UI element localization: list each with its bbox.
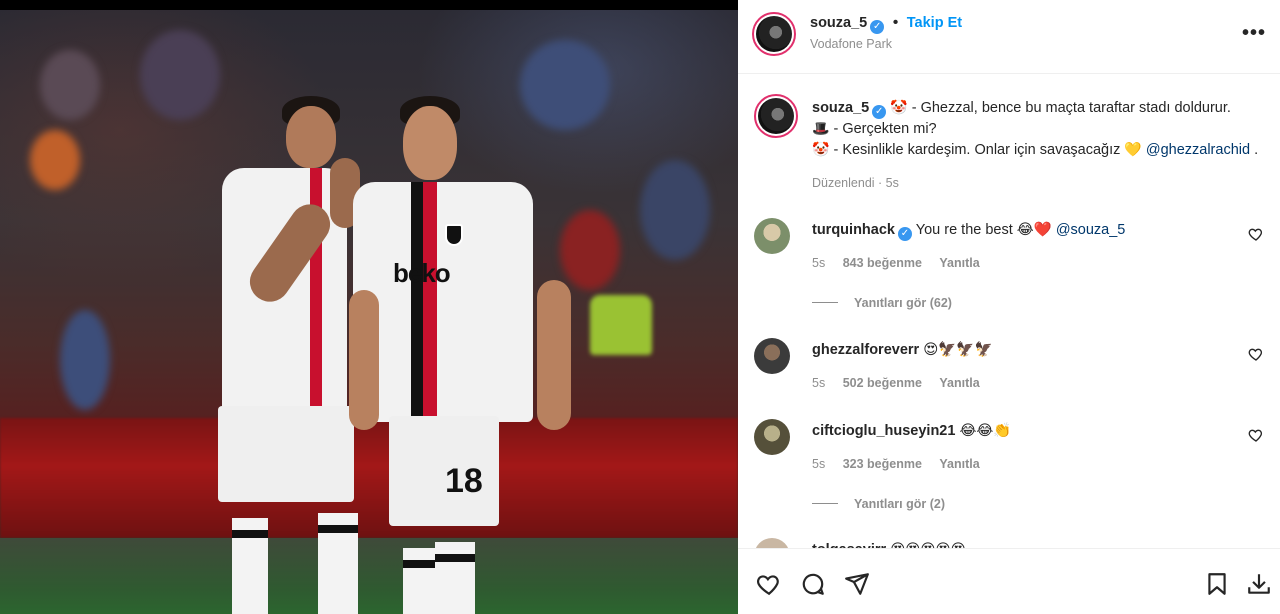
- shorts: [218, 406, 354, 502]
- comment-text: turquinhack ✓ You re the best 😂❤️ @souza_…: [812, 220, 1232, 241]
- view-replies-button[interactable]: Yanıtları gör (2): [812, 497, 945, 511]
- comment-text: ghezzalforeverr 😍🦅🦅🦅: [812, 340, 1232, 360]
- view-replies-label: Yanıtları gör (2): [854, 497, 945, 511]
- comment-meta: 5s 843 beğenme Yanıtla: [812, 256, 994, 270]
- comment-body: You re the best: [911, 222, 1017, 238]
- crowd-blur: [30, 130, 80, 190]
- comment-likes[interactable]: 843 beğenme: [843, 256, 922, 270]
- comment-avatar[interactable]: [754, 218, 790, 254]
- comment-emojis: 😂😂👏: [959, 423, 1012, 439]
- crowd-blur: [60, 310, 110, 410]
- caption-avatar[interactable]: [754, 94, 798, 138]
- arm: [349, 290, 379, 430]
- sock: [232, 518, 268, 614]
- comment-text: ciftcioglu_huseyin21 😂😂👏: [812, 421, 1232, 441]
- clown-face-icon: 🤡: [812, 141, 830, 157]
- edited-label: Düzenlendi: [812, 176, 875, 190]
- sock: [435, 542, 475, 614]
- author-avatar[interactable]: [752, 12, 796, 56]
- comment-time[interactable]: 5s: [812, 256, 825, 270]
- view-replies-button[interactable]: Yanıtları gör (62): [812, 296, 952, 310]
- crowd-blur: [140, 30, 220, 120]
- caption-meta: Düzenlendi · 5s: [812, 176, 899, 190]
- crowd-blur: [640, 160, 710, 260]
- comment-time[interactable]: 5s: [812, 376, 825, 390]
- verified-icon: ✓: [870, 20, 885, 34]
- arm: [537, 280, 571, 430]
- comment-likes[interactable]: 502 beğenme: [843, 376, 922, 390]
- more-horizontal-icon[interactable]: •••: [1242, 22, 1266, 45]
- follow-button[interactable]: Takip Et: [907, 15, 962, 31]
- comment-emojis: 😍🦅🦅🦅: [923, 342, 993, 358]
- instagram-post-viewer: beko 18 souza_5 ✓ • Takip Et Vodafone Par…: [0, 0, 1280, 614]
- heart-icon[interactable]: [1248, 427, 1264, 443]
- steward-vest: [590, 295, 652, 355]
- comment-emojis: 😂❤️: [1016, 222, 1052, 238]
- author-username[interactable]: souza_5: [810, 15, 867, 31]
- reply-button[interactable]: Yanıtla: [939, 376, 979, 390]
- heart-icon[interactable]: [1248, 226, 1264, 242]
- comment-likes[interactable]: 323 beğenme: [843, 457, 922, 471]
- view-replies-label: Yanıtları gör (62): [854, 296, 952, 310]
- club-crest: [445, 224, 463, 246]
- post-side-panel: souza_5 ✓ • Takip Et Vodafone Park ••• so…: [738, 0, 1280, 614]
- comment-username[interactable]: ciftcioglu_huseyin21: [812, 423, 955, 439]
- top-black-bar: [0, 0, 738, 10]
- caption-line-3: - Kesinlikle kardeşim. Onlar için savaşa…: [829, 142, 1125, 158]
- post-header: souza_5 ✓ • Takip Et Vodafone Park •••: [738, 0, 1280, 74]
- heart-icon[interactable]: [756, 571, 782, 597]
- post-photo[interactable]: beko 18: [0, 10, 738, 614]
- replies-line: [812, 302, 838, 303]
- separator-dot: •: [892, 14, 899, 31]
- shorts-number: 18: [445, 462, 483, 500]
- head: [286, 106, 336, 168]
- post-actions-bar: [738, 548, 1280, 614]
- shirt-stripe-red: [423, 182, 437, 422]
- crowd-blur: [40, 50, 100, 120]
- replies-line: [812, 503, 838, 504]
- player-right: beko 18: [345, 90, 595, 614]
- send-icon[interactable]: [844, 571, 870, 597]
- author-line: souza_5 ✓ • Takip Et: [810, 14, 962, 34]
- shirt: [353, 182, 533, 422]
- comment-meta: 5s 502 beğenme Yanıtla: [812, 376, 994, 390]
- caption-line-2: - Gerçekten mi?: [829, 121, 937, 137]
- clown-face-icon: 🤡: [890, 99, 908, 115]
- yellow-heart-icon: 💛: [1124, 141, 1142, 157]
- comment-avatar[interactable]: [754, 338, 790, 374]
- verified-icon: ✓: [897, 227, 912, 241]
- avatar-image: [756, 16, 792, 52]
- shirt-stripe-black: [411, 182, 423, 422]
- comment-item: ghezzalforeverr 😍🦅🦅🦅 5s 502 beğenme Yanı…: [754, 338, 1264, 398]
- avatar-image: [758, 98, 794, 134]
- caption-username[interactable]: souza_5: [812, 100, 869, 116]
- caption-mention[interactable]: @ghezzalrachid: [1146, 142, 1250, 158]
- head: [403, 106, 457, 180]
- bookmark-icon[interactable]: [1204, 571, 1230, 597]
- caption-line-1: - Ghezzal, bence bu maçta taraftar stadı…: [907, 100, 1231, 116]
- caption-text: souza_5 ✓ 🤡 - Ghezzal, bence bu maçta tar…: [812, 98, 1272, 161]
- comment-username[interactable]: ghezzalforeverr: [812, 342, 919, 358]
- comment-avatar[interactable]: [754, 419, 790, 455]
- comment-item: turquinhack ✓ You re the best 😂❤️ @souza_…: [754, 218, 1264, 318]
- comment-mention[interactable]: @souza_5: [1056, 222, 1126, 238]
- caption-time[interactable]: 5s: [886, 176, 899, 190]
- comment-item: ciftcioglu_huseyin21 😂😂👏 5s 323 beğenme …: [754, 419, 1264, 519]
- top-hat-icon: 🎩: [812, 120, 830, 136]
- shirt-sponsor: beko: [393, 258, 451, 288]
- heart-icon[interactable]: [1248, 346, 1264, 362]
- comment-icon[interactable]: [800, 571, 826, 597]
- download-icon[interactable]: [1246, 571, 1272, 597]
- comment-time[interactable]: 5s: [812, 457, 825, 471]
- reply-button[interactable]: Yanıtla: [939, 457, 979, 471]
- comment-username[interactable]: turquinhack: [812, 222, 895, 238]
- caption-line-3-end: .: [1250, 142, 1259, 158]
- reply-button[interactable]: Yanıtla: [939, 256, 979, 270]
- sock: [403, 548, 439, 614]
- comment-meta: 5s 323 beğenme Yanıtla: [812, 457, 994, 471]
- verified-icon: ✓: [872, 105, 887, 119]
- location-link[interactable]: Vodafone Park: [810, 37, 892, 51]
